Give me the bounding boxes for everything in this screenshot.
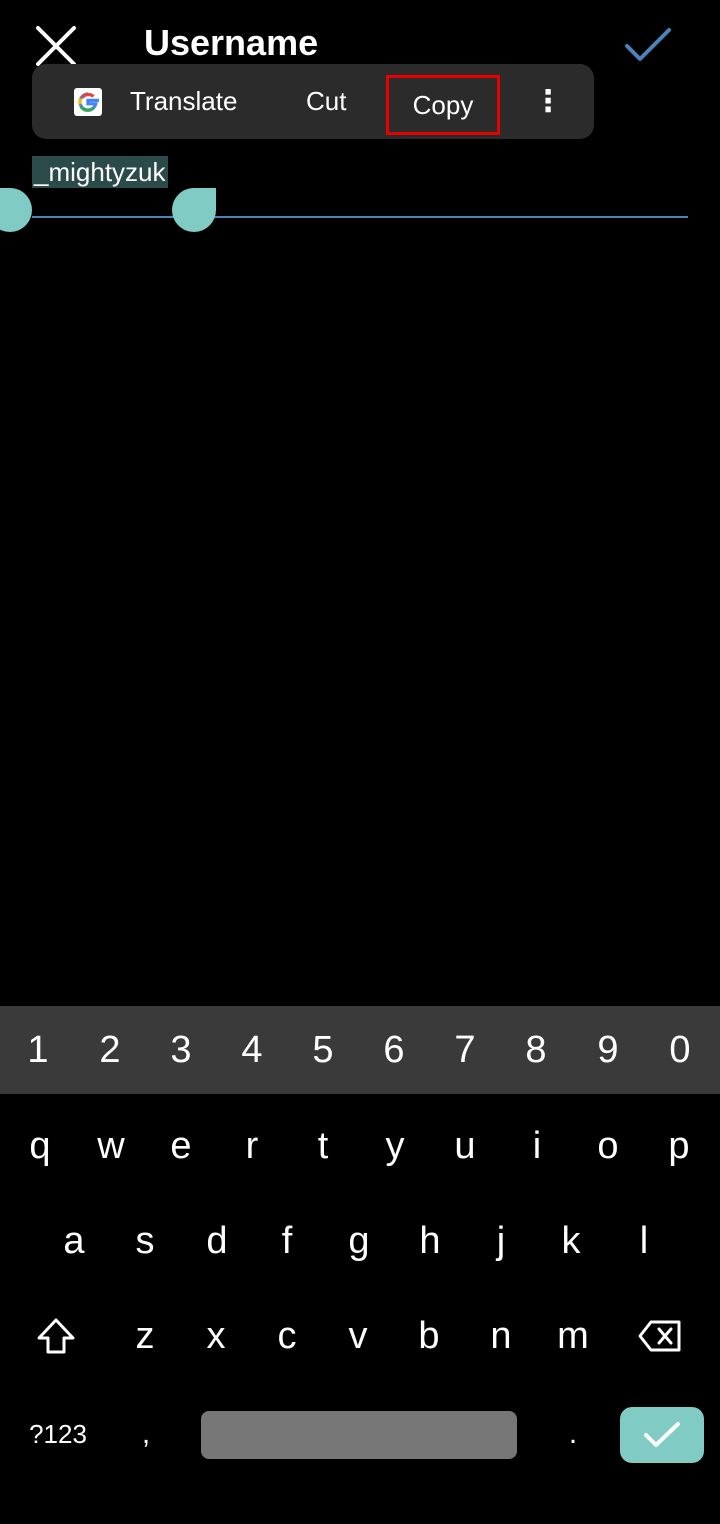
key-3[interactable]: 3 xyxy=(145,1006,217,1094)
enter-key[interactable] xyxy=(620,1407,704,1463)
copy-menu-item[interactable]: Copy xyxy=(386,75,500,135)
space-key[interactable] xyxy=(201,1411,517,1459)
selection-handle-end[interactable] xyxy=(172,188,216,232)
checkmark-icon xyxy=(625,28,671,61)
period-key[interactable]: . xyxy=(537,1386,609,1482)
key-x[interactable]: x xyxy=(180,1288,252,1384)
key-k[interactable]: k xyxy=(535,1193,607,1289)
key-q[interactable]: q xyxy=(4,1098,76,1194)
input-underline xyxy=(32,216,688,218)
translate-menu-item[interactable]: Translate xyxy=(130,64,237,139)
symbols-key[interactable]: ?123 xyxy=(18,1401,98,1467)
key-w[interactable]: w xyxy=(75,1098,147,1194)
key-4[interactable]: 4 xyxy=(216,1006,288,1094)
text-selection-menu: Translate Cut Copy ⋮ xyxy=(32,64,594,139)
close-icon xyxy=(36,26,76,66)
key-b[interactable]: b xyxy=(393,1288,465,1384)
key-s[interactable]: s xyxy=(109,1193,181,1289)
key-p[interactable]: p xyxy=(643,1098,715,1194)
key-c[interactable]: c xyxy=(251,1288,323,1384)
key-r[interactable]: r xyxy=(216,1098,288,1194)
key-h[interactable]: h xyxy=(394,1193,466,1289)
key-t[interactable]: t xyxy=(287,1098,359,1194)
key-e[interactable]: e xyxy=(145,1098,217,1194)
key-m[interactable]: m xyxy=(537,1288,609,1384)
key-1[interactable]: 1 xyxy=(2,1006,74,1094)
key-o[interactable]: o xyxy=(572,1098,644,1194)
key-5[interactable]: 5 xyxy=(287,1006,359,1094)
shift-key[interactable] xyxy=(20,1288,92,1384)
selection-handle-start[interactable] xyxy=(0,188,32,232)
username-input[interactable]: _mightyzuk xyxy=(32,156,168,188)
key-a[interactable]: a xyxy=(38,1193,110,1289)
key-f[interactable]: f xyxy=(251,1193,323,1289)
number-row: 1 2 3 4 5 6 7 8 9 0 xyxy=(0,1006,720,1094)
key-v[interactable]: v xyxy=(322,1288,394,1384)
shift-icon xyxy=(37,1318,75,1354)
key-j[interactable]: j xyxy=(465,1193,537,1289)
key-7[interactable]: 7 xyxy=(429,1006,501,1094)
checkmark-icon xyxy=(644,1422,680,1447)
comma-key[interactable]: , xyxy=(110,1386,182,1482)
key-n[interactable]: n xyxy=(465,1288,537,1384)
key-u[interactable]: u xyxy=(429,1098,501,1194)
key-0[interactable]: 0 xyxy=(644,1006,716,1094)
key-z[interactable]: z xyxy=(109,1288,181,1384)
key-2[interactable]: 2 xyxy=(74,1006,146,1094)
backspace-key[interactable] xyxy=(624,1288,696,1384)
page-title: Username xyxy=(144,22,319,63)
key-i[interactable]: i xyxy=(501,1098,573,1194)
key-8[interactable]: 8 xyxy=(500,1006,572,1094)
cut-menu-item[interactable]: Cut xyxy=(306,64,346,139)
confirm-button[interactable] xyxy=(618,18,678,72)
key-l[interactable]: l xyxy=(608,1193,680,1289)
backspace-icon xyxy=(638,1320,681,1352)
key-6[interactable]: 6 xyxy=(358,1006,430,1094)
more-options-icon[interactable]: ⋮ xyxy=(532,64,564,139)
google-g-icon xyxy=(74,88,102,116)
key-d[interactable]: d xyxy=(181,1193,253,1289)
key-y[interactable]: y xyxy=(359,1098,431,1194)
key-g[interactable]: g xyxy=(323,1193,395,1289)
keyboard: 1 2 3 4 5 6 7 8 9 0 q w e r t y u i o p … xyxy=(0,1006,720,1524)
key-9[interactable]: 9 xyxy=(572,1006,644,1094)
